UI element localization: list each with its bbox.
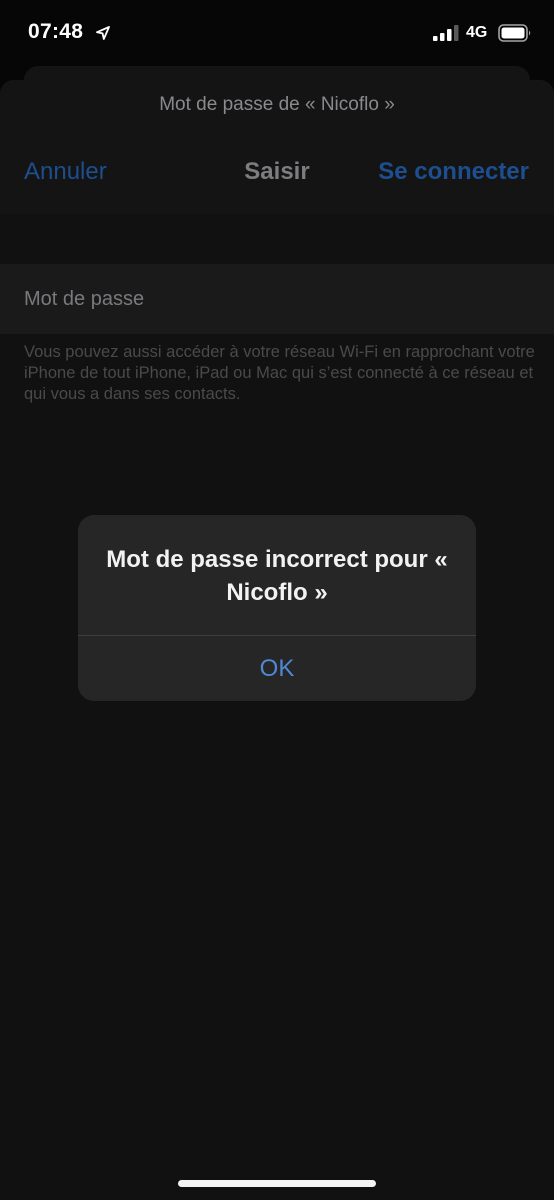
status-time: 07:48: [28, 20, 84, 43]
connect-button[interactable]: Se connecter: [378, 158, 529, 186]
nav-prompt: Mot de passe de « Nicoflo »: [159, 94, 395, 115]
password-field[interactable]: Mot de passe: [0, 264, 554, 334]
password-placeholder: Mot de passe: [24, 288, 145, 310]
wifi-sharing-note: Vous pouvez aussi accéder à votre réseau…: [24, 343, 535, 403]
ok-button[interactable]: OK: [78, 636, 476, 701]
location-arrow-icon: [96, 26, 110, 40]
battery-icon: [498, 24, 531, 42]
alert-title: Mot de passe incorrect pour « Nicoflo »: [106, 546, 448, 606]
network-type: 4G: [466, 24, 488, 41]
cancel-button[interactable]: Annuler: [24, 158, 107, 186]
wifi-password-screen: 07:48 4G Mot de passe de « Nicoflo » Sai…: [0, 0, 554, 1200]
status-bar: 07:48 4G: [0, 0, 554, 62]
signal-bars-icon: [433, 25, 459, 41]
navigation-bar: Mot de passe de « Nicoflo » Saisir Annul…: [0, 80, 554, 214]
incorrect-password-alert: Mot de passe incorrect pour « Nicoflo » …: [78, 515, 476, 701]
home-indicator[interactable]: [178, 1180, 376, 1187]
